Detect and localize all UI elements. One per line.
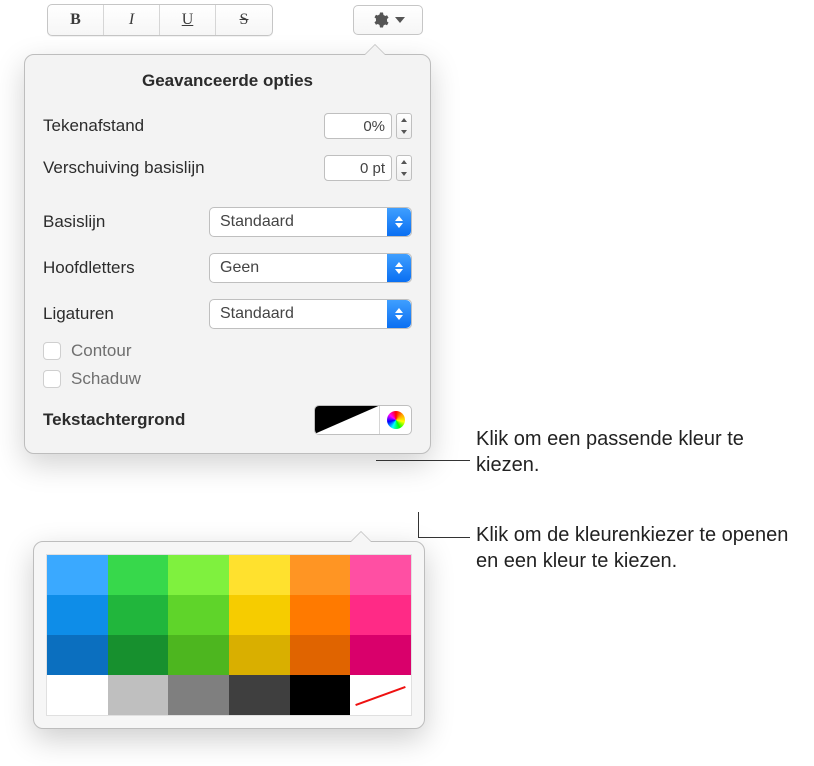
underline-button[interactable]: U bbox=[160, 5, 216, 35]
color-swatch[interactable] bbox=[47, 635, 108, 675]
character-spacing-stepper[interactable] bbox=[396, 113, 412, 139]
baseline-row: Basislijn Standaard bbox=[25, 199, 430, 245]
color-swatch[interactable] bbox=[229, 555, 290, 595]
capitalization-label: Hoofdletters bbox=[43, 258, 209, 278]
color-swatch[interactable] bbox=[290, 555, 351, 595]
gear-icon bbox=[371, 11, 389, 29]
outline-checkbox[interactable] bbox=[43, 342, 61, 360]
popover-title: Geavanceerde opties bbox=[25, 55, 430, 105]
ligatures-select-value: Standaard bbox=[220, 305, 294, 323]
baseline-shift-input[interactable] bbox=[324, 155, 392, 181]
popover-arrow bbox=[350, 532, 372, 543]
text-background-row: Tekstachtergrond bbox=[25, 393, 430, 439]
shadow-checkbox[interactable] bbox=[43, 370, 61, 388]
color-swatch-none[interactable] bbox=[350, 675, 411, 715]
baseline-select[interactable]: Standaard bbox=[209, 207, 412, 237]
color-swatch[interactable] bbox=[108, 635, 169, 675]
bold-button[interactable]: B bbox=[48, 5, 104, 35]
color-swatch[interactable] bbox=[350, 595, 411, 635]
color-swatch[interactable] bbox=[47, 555, 108, 595]
baseline-select-value: Standaard bbox=[220, 213, 294, 231]
color-swatch[interactable] bbox=[168, 555, 229, 595]
text-background-swatch-button[interactable] bbox=[315, 406, 379, 434]
color-swatch[interactable] bbox=[168, 675, 229, 715]
color-swatch[interactable] bbox=[350, 555, 411, 595]
color-swatch[interactable] bbox=[229, 635, 290, 675]
capitalization-select-value: Geen bbox=[220, 259, 259, 277]
capitalization-select[interactable]: Geen bbox=[209, 253, 412, 283]
callout-line bbox=[418, 537, 470, 538]
color-swatch[interactable] bbox=[290, 675, 351, 715]
baseline-label: Basislijn bbox=[43, 212, 209, 232]
color-swatch[interactable] bbox=[350, 635, 411, 675]
select-knob-icon bbox=[387, 208, 411, 236]
text-style-group: B I U S bbox=[47, 4, 273, 36]
advanced-options-button[interactable] bbox=[353, 5, 423, 35]
color-swatch[interactable] bbox=[47, 675, 108, 715]
popover-arrow bbox=[364, 45, 386, 56]
baseline-shift-stepper[interactable] bbox=[396, 155, 412, 181]
baseline-shift-label: Verschuiving basislijn bbox=[43, 158, 324, 178]
callout-line bbox=[376, 460, 470, 461]
advanced-options-popover: Geavanceerde opties Tekenafstand Verschu… bbox=[24, 54, 431, 454]
chevron-down-icon bbox=[395, 17, 405, 23]
callout-wheel: Klik om de kleurenkiezer te openen en ee… bbox=[476, 522, 806, 574]
ligatures-label: Ligaturen bbox=[43, 304, 209, 324]
color-swatch[interactable] bbox=[168, 635, 229, 675]
color-swatch[interactable] bbox=[168, 595, 229, 635]
text-background-colorwell bbox=[314, 405, 412, 435]
ligatures-row: Ligaturen Standaard bbox=[25, 291, 430, 337]
outline-label: Contour bbox=[71, 341, 131, 361]
colorwheel-icon bbox=[387, 411, 405, 429]
callout-swatch: Klik om een passende kleur te kiezen. bbox=[476, 426, 806, 478]
color-swatch[interactable] bbox=[290, 595, 351, 635]
character-spacing-input[interactable] bbox=[324, 113, 392, 139]
color-swatch[interactable] bbox=[229, 595, 290, 635]
color-swatch[interactable] bbox=[290, 635, 351, 675]
color-swatch[interactable] bbox=[108, 555, 169, 595]
ligatures-select[interactable]: Standaard bbox=[209, 299, 412, 329]
character-spacing-label: Tekenafstand bbox=[43, 116, 324, 136]
color-palette-grid bbox=[46, 554, 412, 716]
color-swatch[interactable] bbox=[47, 595, 108, 635]
outline-row: Contour bbox=[25, 337, 430, 365]
format-toolbar: B I U S bbox=[47, 4, 423, 36]
callout-line bbox=[418, 512, 419, 537]
color-swatch[interactable] bbox=[229, 675, 290, 715]
strikethrough-button[interactable]: S bbox=[216, 5, 272, 35]
baseline-shift-row: Verschuiving basislijn bbox=[25, 147, 430, 189]
select-knob-icon bbox=[387, 254, 411, 282]
text-background-label: Tekstachtergrond bbox=[43, 410, 314, 430]
capitalization-row: Hoofdletters Geen bbox=[25, 245, 430, 291]
text-background-colorpicker-button[interactable] bbox=[379, 406, 411, 434]
color-swatch[interactable] bbox=[108, 595, 169, 635]
color-palette-popover bbox=[33, 541, 425, 729]
character-spacing-row: Tekenafstand bbox=[25, 105, 430, 147]
color-swatch[interactable] bbox=[108, 675, 169, 715]
italic-button[interactable]: I bbox=[104, 5, 160, 35]
shadow-label: Schaduw bbox=[71, 369, 141, 389]
shadow-row: Schaduw bbox=[25, 365, 430, 393]
select-knob-icon bbox=[387, 300, 411, 328]
